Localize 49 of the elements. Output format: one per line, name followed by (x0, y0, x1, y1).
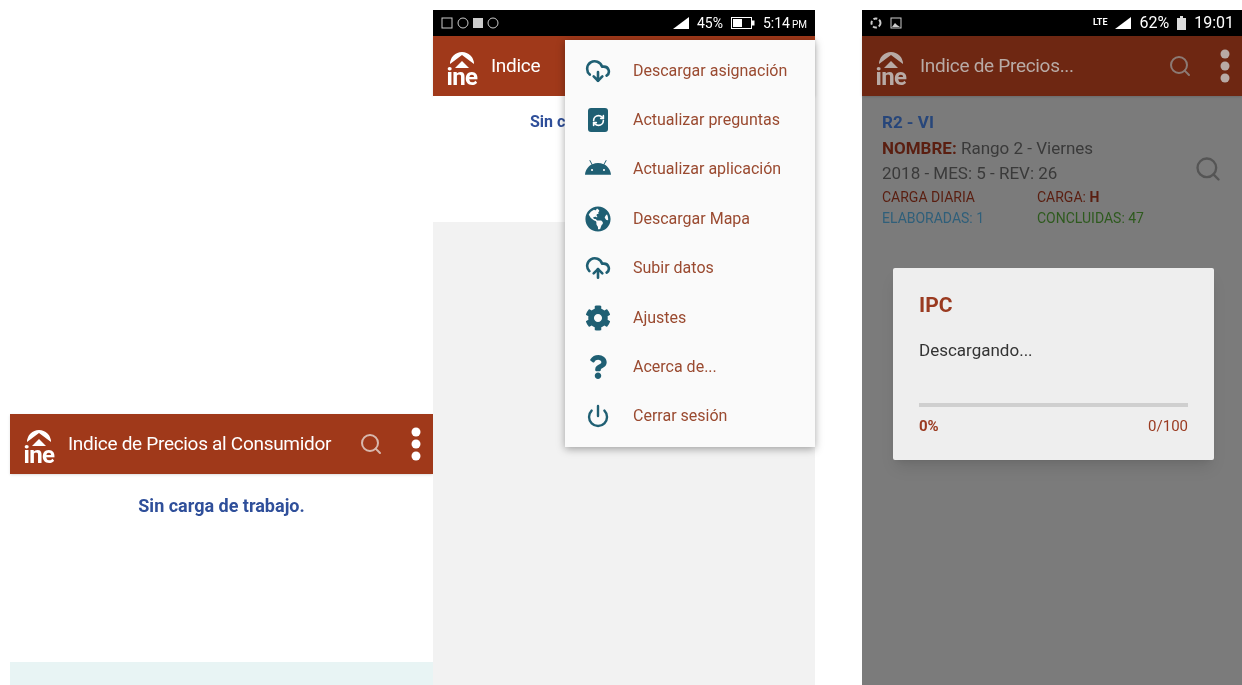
globe-icon (585, 205, 611, 232)
network-type: LTE (1092, 16, 1108, 30)
settings-icon (585, 304, 611, 331)
battery-level: 62% (1139, 12, 1170, 34)
menu-item[interactable]: Descargar Mapa (565, 194, 815, 244)
dialog-title: IPC (919, 292, 954, 319)
progress-percent: 0% (919, 416, 939, 437)
signal-icon (672, 17, 689, 29)
menu-item[interactable]: Actualizar preguntas (565, 95, 815, 145)
workload-code: R2 - VI (882, 111, 935, 134)
menu-item[interactable]: Cerrar sesión (565, 391, 815, 441)
message: Sin c (530, 111, 566, 133)
signal-icon (1115, 17, 1132, 29)
elaborated-count: ELABORADAS: 1 (882, 208, 986, 228)
power-icon (586, 404, 610, 429)
dialog-message: Descargando... (919, 338, 1034, 362)
search-icon[interactable] (359, 432, 383, 456)
battery-icon (730, 17, 755, 29)
menu-item[interactable]: Ajustes (565, 292, 815, 343)
notification-icons (441, 17, 501, 29)
menu-item[interactable]: Acerca de... (565, 342, 815, 392)
load-value: CARGA: H (1037, 187, 1101, 207)
logo: ine (445, 43, 479, 89)
menu-item[interactable]: Descargar asignación (565, 46, 815, 96)
sync-icon (870, 17, 882, 29)
logo: ine (22, 421, 56, 467)
clock: 5:14PM (762, 13, 807, 33)
progress-count: 0/100 (1148, 416, 1188, 437)
app-title: Indice de Precios al Consumidor (68, 430, 332, 457)
message: Sin carga de trabajo. (138, 494, 305, 518)
cloud-upload-icon (585, 255, 611, 282)
app-title: Indice (491, 52, 541, 79)
more-icon[interactable] (411, 427, 421, 461)
cloud-download-icon (585, 57, 611, 84)
battery-icon (1177, 16, 1187, 30)
menu-item[interactable]: Subir datos (565, 243, 815, 293)
logo: ine (874, 43, 908, 89)
workload-name: NOMBRE: Rango 2 - Viernes (882, 136, 1095, 160)
concluded-count: CONCLUIDAS: 47 (1037, 208, 1145, 228)
battery-level: 45% (696, 13, 723, 33)
app-title: Indice de Precios... (920, 52, 1074, 79)
load-type: CARGA DIARIA (882, 187, 976, 207)
more-icon[interactable] (1220, 49, 1230, 83)
search-icon[interactable] (1168, 54, 1192, 78)
notepad-sync-icon (588, 108, 608, 133)
menu-item[interactable]: Actualizar aplicación (565, 144, 815, 195)
clock: 19:01 (1194, 12, 1234, 34)
image-icon (890, 17, 902, 29)
workload-period: 2018 - MES: 5 - REV: 26 (882, 162, 1059, 185)
